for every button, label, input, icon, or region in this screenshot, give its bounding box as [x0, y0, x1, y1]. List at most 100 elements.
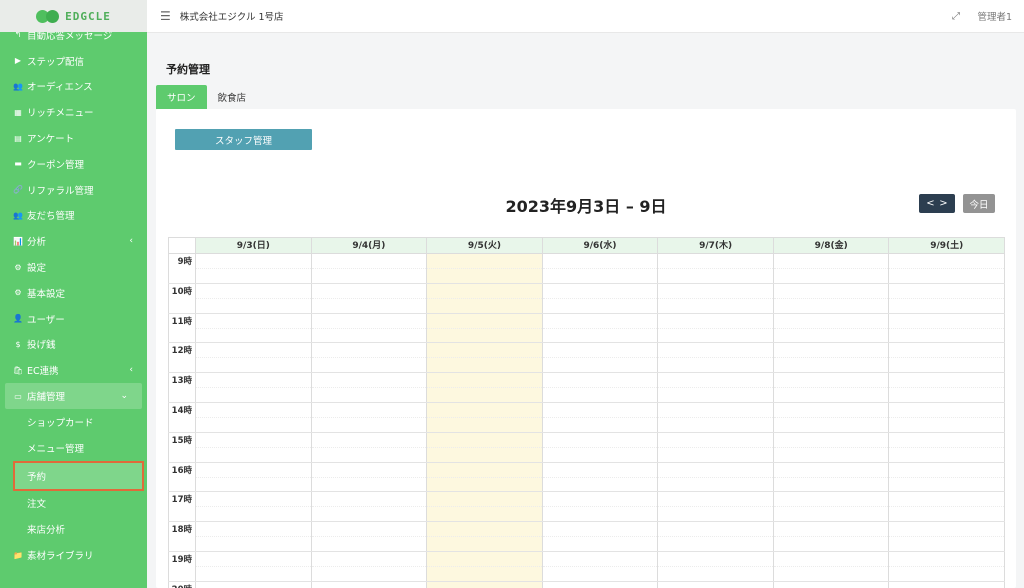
sidebar-item-visit-analytics[interactable]: 来店分析 — [0, 516, 147, 542]
time-slot[interactable] — [541, 283, 658, 313]
time-slot[interactable] — [541, 581, 658, 588]
tab-salon[interactable]: サロン — [156, 85, 207, 109]
time-slot[interactable] — [657, 462, 773, 492]
time-slot[interactable] — [310, 313, 427, 343]
time-slot[interactable] — [772, 492, 889, 522]
time-slot[interactable] — [888, 373, 1006, 402]
time-slot[interactable] — [195, 492, 311, 522]
sidebar-item-step[interactable]: ▶ ステップ配信 — [0, 48, 147, 74]
hamburger-menu-icon[interactable]: ☰ — [160, 9, 171, 23]
sidebar-item-audience[interactable]: 👥 オーディエンス — [0, 74, 147, 100]
sidebar-item-rich-menu[interactable]: ▦ リッチメニュー — [0, 99, 147, 125]
time-slot[interactable] — [657, 492, 773, 522]
time-slot[interactable] — [772, 581, 889, 588]
sidebar-item-shop-card[interactable]: ショップカード — [0, 409, 147, 435]
time-slot[interactable] — [657, 373, 773, 402]
time-slot[interactable] — [310, 283, 427, 313]
sidebar-item-tips[interactable]: $ 投げ銭 — [0, 332, 147, 358]
time-slot[interactable] — [426, 373, 542, 402]
time-slot[interactable] — [888, 402, 1006, 432]
sidebar-item-analytics[interactable]: 📊 分析 ‹ — [0, 228, 147, 254]
fullscreen-icon[interactable]: ⤢ — [952, 11, 960, 22]
time-slot[interactable] — [426, 402, 542, 432]
time-slot[interactable] — [657, 522, 773, 551]
sidebar-item-ec[interactable]: 🛍 EC連携 ‹ — [0, 357, 147, 383]
time-slot[interactable] — [657, 551, 773, 581]
time-slot[interactable] — [541, 254, 658, 283]
sidebar-item-library[interactable]: 📁 素材ライブラリ — [0, 542, 147, 568]
prev-week-button[interactable]: < — [926, 198, 934, 209]
sidebar-item-order[interactable]: 注文 — [0, 491, 147, 517]
time-slot[interactable] — [426, 522, 542, 551]
time-slot[interactable] — [888, 522, 1006, 551]
time-slot[interactable] — [541, 551, 658, 581]
sidebar-item-referral[interactable]: 🔗 リファラル管理 — [0, 177, 147, 203]
sidebar-item-coupon[interactable]: ▬ クーポン管理 — [0, 151, 147, 177]
time-slot[interactable] — [426, 581, 542, 588]
time-slot[interactable] — [195, 254, 311, 283]
time-slot[interactable] — [772, 551, 889, 581]
time-slot[interactable] — [541, 313, 658, 343]
time-slot[interactable] — [541, 402, 658, 432]
time-slot[interactable] — [310, 432, 427, 462]
sidebar-item-basic-settings[interactable]: ⚙ 基本設定 — [0, 280, 147, 306]
tab-restaurant[interactable]: 飲食店 — [207, 85, 258, 109]
sidebar-item-menu[interactable]: メニュー管理 — [0, 435, 147, 461]
time-slot[interactable] — [195, 551, 311, 581]
time-slot[interactable] — [657, 343, 773, 373]
time-slot[interactable] — [657, 254, 773, 283]
time-slot[interactable] — [772, 402, 889, 432]
staff-management-button[interactable]: スタッフ管理 — [175, 129, 312, 150]
time-slot[interactable] — [310, 581, 427, 588]
time-slot[interactable] — [195, 283, 311, 313]
time-slot[interactable] — [426, 551, 542, 581]
sidebar-item-reservation[interactable]: 予約 — [13, 460, 144, 491]
admin-user-menu[interactable]: 管理者1 — [977, 9, 1012, 23]
time-slot[interactable] — [310, 551, 427, 581]
time-slot[interactable] — [426, 313, 542, 343]
time-slot[interactable] — [426, 283, 542, 313]
time-slot[interactable] — [195, 581, 311, 588]
time-slot[interactable] — [772, 522, 889, 551]
time-slot[interactable] — [888, 432, 1006, 462]
time-slot[interactable] — [195, 313, 311, 343]
time-slot[interactable] — [772, 343, 889, 373]
time-slot[interactable] — [657, 402, 773, 432]
time-slot[interactable] — [888, 283, 1006, 313]
time-slot[interactable] — [310, 522, 427, 551]
sidebar-item-users[interactable]: 👤 ユーザー — [0, 306, 147, 332]
time-slot[interactable] — [195, 373, 311, 402]
time-slot[interactable] — [426, 432, 542, 462]
time-slot[interactable] — [195, 522, 311, 551]
time-slot[interactable] — [657, 432, 773, 462]
time-slot[interactable] — [657, 581, 773, 588]
sidebar-item-settings[interactable]: ⚙ 設定 — [0, 254, 147, 280]
time-slot[interactable] — [888, 492, 1006, 522]
time-slot[interactable] — [541, 432, 658, 462]
time-slot[interactable] — [310, 462, 427, 492]
time-slot[interactable] — [541, 373, 658, 402]
time-slot[interactable] — [310, 492, 427, 522]
time-slot[interactable] — [772, 432, 889, 462]
time-slot[interactable] — [541, 522, 658, 551]
time-slot[interactable] — [541, 492, 658, 522]
time-slot[interactable] — [426, 254, 542, 283]
sidebar-item-store[interactable]: ▭ 店舗管理 ⌄ — [5, 383, 142, 409]
time-slot[interactable] — [888, 581, 1006, 588]
time-slot[interactable] — [657, 283, 773, 313]
time-slot[interactable] — [888, 551, 1006, 581]
time-slot[interactable] — [426, 492, 542, 522]
time-slot[interactable] — [195, 402, 311, 432]
time-slot[interactable] — [310, 402, 427, 432]
time-slot[interactable] — [195, 343, 311, 373]
time-slot[interactable] — [310, 343, 427, 373]
time-slot[interactable] — [310, 254, 427, 283]
today-button[interactable]: 今日 — [963, 194, 995, 213]
time-slot[interactable] — [310, 373, 427, 402]
time-slot[interactable] — [888, 343, 1006, 373]
time-slot[interactable] — [541, 462, 658, 492]
time-slot[interactable] — [772, 254, 889, 283]
time-slot[interactable] — [888, 462, 1006, 492]
time-slot[interactable] — [772, 462, 889, 492]
time-slot[interactable] — [772, 373, 889, 402]
